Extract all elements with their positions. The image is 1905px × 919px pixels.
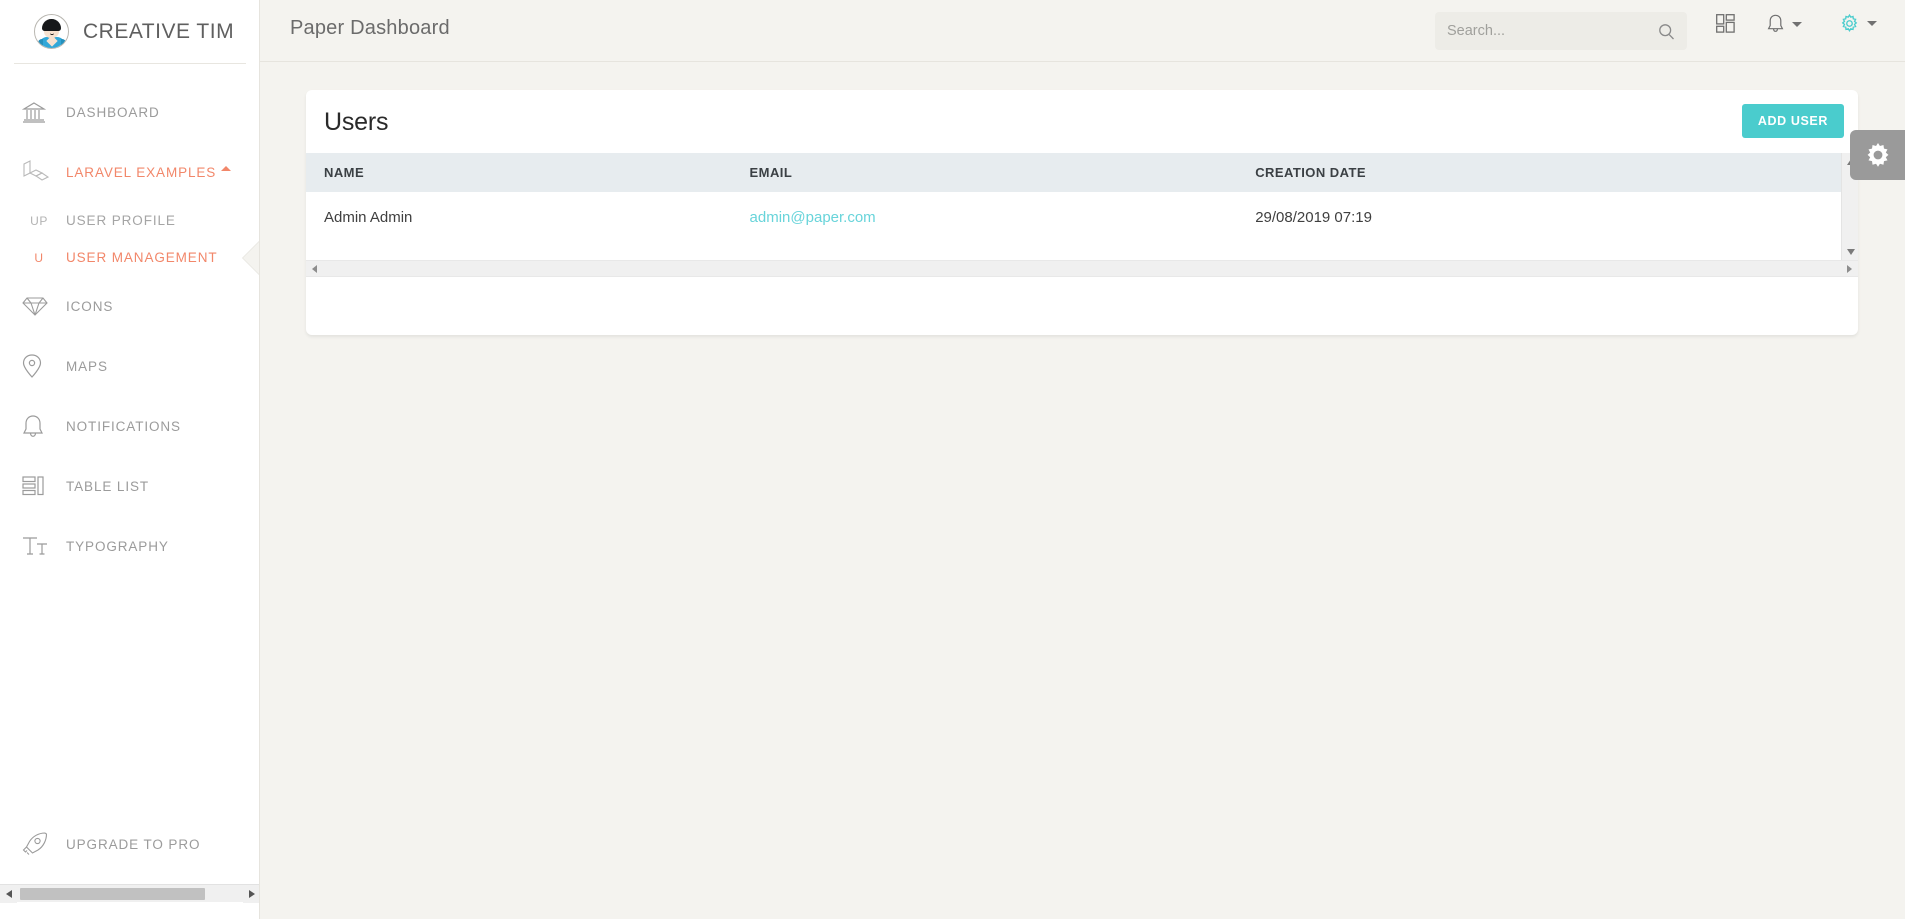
- user-avatar-icon: [34, 14, 69, 49]
- sidebar-item-label: UPGRADE TO PRO: [66, 837, 200, 852]
- gear-icon: [1865, 142, 1891, 168]
- bell-icon: [22, 414, 56, 439]
- sidebar-horizontal-scrollbar[interactable]: [0, 884, 260, 902]
- sidebar-item-maps[interactable]: MAPS: [0, 336, 259, 396]
- card-title: Users: [324, 108, 388, 136]
- sidebar-subitem-label: USER MANAGEMENT: [66, 250, 218, 265]
- table-list-icon: [22, 475, 56, 497]
- table-body: Admin Admin admin@paper.com 29/08/2019 0…: [306, 192, 1858, 243]
- cell-name: Admin Admin: [306, 192, 732, 243]
- page-title: Paper Dashboard: [290, 17, 450, 40]
- sidebar-item-label: ICONS: [66, 299, 113, 314]
- top-navbar: Paper Dashboard: [260, 0, 1905, 62]
- laravel-icon: [22, 160, 56, 184]
- card-header: Users ADD USER: [306, 90, 1858, 153]
- search-box[interactable]: [1435, 12, 1687, 50]
- bank-icon: [22, 101, 56, 123]
- search-input[interactable]: [1447, 23, 1658, 39]
- sidebar-item-laravel-examples[interactable]: LARAVEL EXAMPLES: [0, 142, 259, 202]
- sidebar: CREATIVE TIM DASHBOARD: [0, 0, 260, 919]
- sidebar-item-label: TYPOGRAPHY: [66, 539, 169, 554]
- scroll-left-arrow-icon[interactable]: [0, 885, 17, 903]
- brand-logo[interactable]: CREATIVE TIM: [14, 0, 246, 64]
- main-content: Users ADD USER NAME EMAIL CREATION DATE …: [260, 62, 1905, 919]
- cell-creation-date: 29/08/2019 07:19: [1237, 192, 1858, 243]
- typography-icon: [22, 535, 56, 557]
- scroll-right-arrow-icon[interactable]: [243, 885, 260, 903]
- users-table: NAME EMAIL CREATION DATE Admin Admin adm…: [306, 153, 1858, 243]
- users-card: Users ADD USER NAME EMAIL CREATION DATE …: [306, 90, 1858, 335]
- add-user-button[interactable]: ADD USER: [1742, 104, 1844, 138]
- table-horizontal-scrollbar[interactable]: [306, 260, 1858, 277]
- scroll-left-arrow-icon[interactable]: [306, 260, 323, 277]
- notifications-button[interactable]: [1767, 14, 1802, 34]
- sidebar-item-label: DASHBOARD: [66, 105, 160, 120]
- table-header-row: NAME EMAIL CREATION DATE: [306, 153, 1858, 192]
- users-table-wrapper: NAME EMAIL CREATION DATE Admin Admin adm…: [306, 153, 1858, 260]
- cell-email: admin@paper.com: [732, 192, 1238, 243]
- scrollbar-thumb[interactable]: [20, 888, 205, 900]
- rocket-icon: [22, 832, 56, 856]
- settings-panel-toggle[interactable]: [1850, 130, 1905, 180]
- bell-icon: [1767, 14, 1784, 34]
- scroll-down-arrow-icon[interactable]: [1842, 243, 1858, 260]
- chevron-down-icon[interactable]: [1867, 21, 1877, 26]
- sidebar-nav: DASHBOARD LARAVEL EXAMPLES UP USER PROFI…: [0, 64, 259, 576]
- sidebar-item-dashboard[interactable]: DASHBOARD: [0, 82, 259, 142]
- active-indicator-arrow: [243, 241, 260, 275]
- column-header-name[interactable]: NAME: [306, 153, 732, 192]
- sidebar-item-user-management[interactable]: U USER MANAGEMENT: [0, 239, 259, 276]
- sidebar-item-label: TABLE LIST: [66, 479, 149, 494]
- sidebar-item-upgrade-to-pro[interactable]: UPGRADE TO PRO: [0, 814, 259, 874]
- dashboard-grid-button[interactable]: [1716, 14, 1735, 33]
- sidebar-item-label: MAPS: [66, 359, 108, 374]
- sidebar-subitem-abbrev: U: [22, 251, 56, 265]
- sidebar-item-user-profile[interactable]: UP USER PROFILE: [0, 202, 259, 239]
- email-link[interactable]: admin@paper.com: [750, 209, 876, 226]
- dashboard-grid-icon: [1716, 14, 1735, 33]
- table-row[interactable]: Admin Admin admin@paper.com 29/08/2019 0…: [306, 192, 1858, 243]
- search-icon[interactable]: [1658, 23, 1675, 40]
- sidebar-item-table-list[interactable]: TABLE LIST: [0, 456, 259, 516]
- sidebar-item-label: NOTIFICATIONS: [66, 419, 181, 434]
- sidebar-subitem-label: USER PROFILE: [66, 213, 176, 228]
- gear-icon: [1840, 14, 1859, 33]
- sidebar-item-notifications[interactable]: NOTIFICATIONS: [0, 396, 259, 456]
- map-pin-icon: [22, 354, 56, 379]
- sidebar-subitem-abbrev: UP: [22, 214, 56, 228]
- scroll-right-arrow-icon[interactable]: [1841, 260, 1858, 277]
- brand-name: CREATIVE TIM: [83, 20, 234, 44]
- sidebar-item-label: LARAVEL EXAMPLES: [66, 165, 216, 180]
- chevron-up-icon[interactable]: [221, 166, 231, 171]
- column-header-email[interactable]: EMAIL: [732, 153, 1238, 192]
- sidebar-item-typography[interactable]: TYPOGRAPHY: [0, 516, 259, 576]
- table-head: NAME EMAIL CREATION DATE: [306, 153, 1858, 192]
- settings-button[interactable]: [1840, 14, 1877, 33]
- column-header-creation-date[interactable]: CREATION DATE: [1237, 153, 1858, 192]
- chevron-down-icon[interactable]: [1792, 22, 1802, 27]
- diamond-icon: [22, 295, 56, 317]
- sidebar-item-icons[interactable]: ICONS: [0, 276, 259, 336]
